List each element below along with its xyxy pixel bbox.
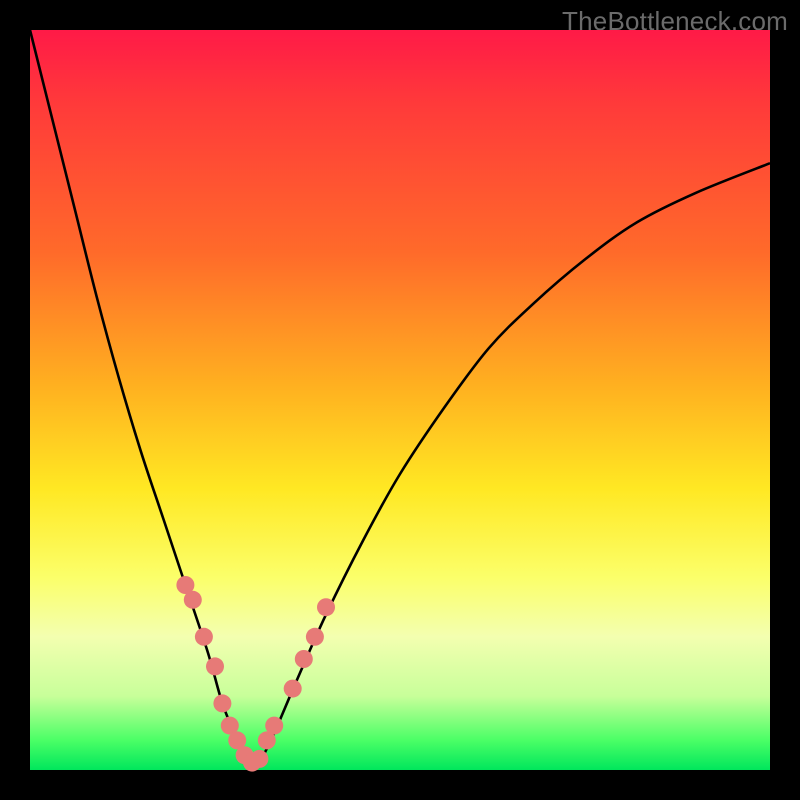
sample-dot — [295, 650, 313, 668]
sample-dot — [250, 750, 268, 768]
sample-dot — [284, 680, 302, 698]
sample-dot — [195, 628, 213, 646]
curve-svg — [30, 30, 770, 770]
sample-dot — [213, 694, 231, 712]
plot-area — [30, 30, 770, 770]
sample-dot — [306, 628, 324, 646]
sample-dot — [265, 717, 283, 735]
sample-dot — [184, 591, 202, 609]
bottleneck-curve — [30, 30, 770, 770]
chart-frame: TheBottleneck.com — [0, 0, 800, 800]
sample-dots — [176, 576, 335, 772]
sample-dot — [206, 657, 224, 675]
sample-dot — [317, 598, 335, 616]
